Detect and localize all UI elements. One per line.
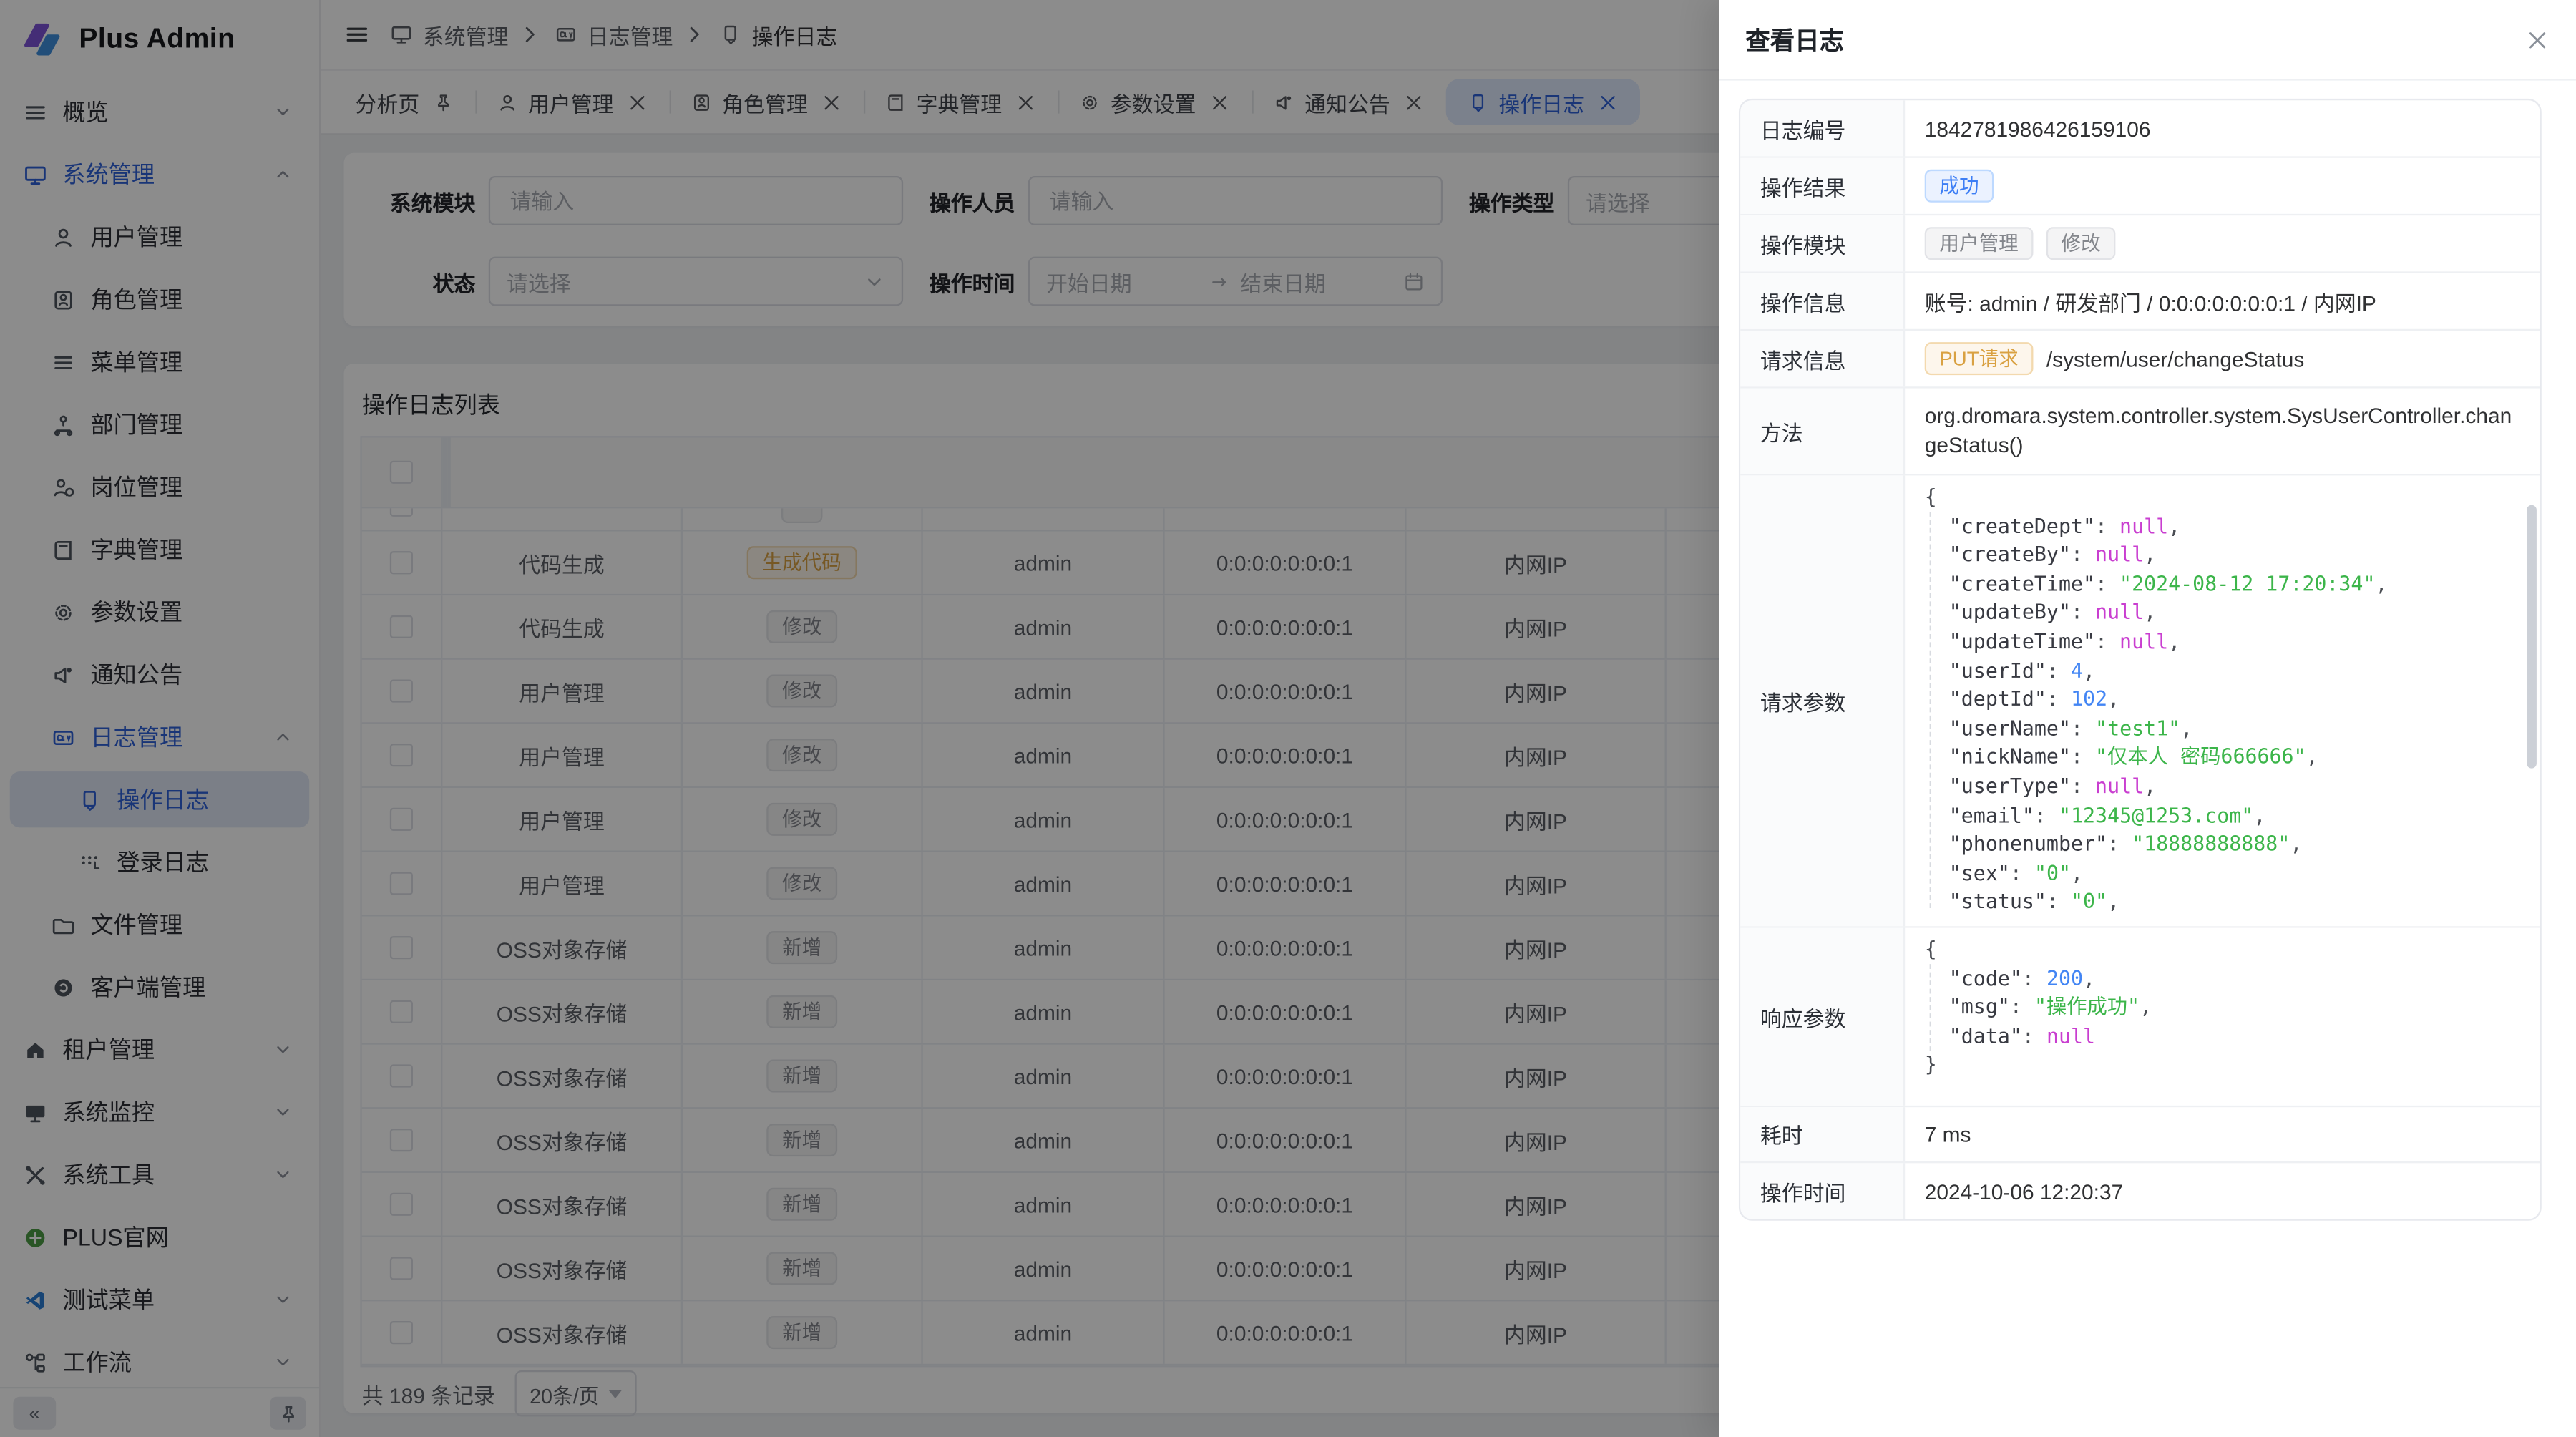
- module-tag: 修改: [2046, 227, 2116, 260]
- http-method-tag: PUT请求: [1925, 342, 2034, 375]
- close-icon[interactable]: [2525, 27, 2550, 52]
- detail-value: 1842781986426159106: [1905, 100, 2540, 156]
- detail-row-op-time: 操作时间 2024-10-06 12:20:37: [1740, 1163, 2540, 1219]
- detail-value: 用户管理修改: [1905, 215, 2540, 271]
- detail-value: { "code": 200, "msg": "操作成功", "data": nu…: [1905, 928, 2540, 1106]
- module-tag: 用户管理: [1925, 227, 2034, 260]
- indent-guide: [1930, 964, 1931, 1051]
- result-tag: 成功: [1925, 170, 1994, 203]
- detail-row-response-params: 响应参数 { "code": 200, "msg": "操作成功", "data…: [1740, 928, 2540, 1108]
- detail-row-module: 操作模块 用户管理修改: [1740, 215, 2540, 273]
- log-detail-table: 日志编号 1842781986426159106 操作结果 成功 操作模块 用户…: [1739, 99, 2542, 1221]
- detail-label: 操作信息: [1740, 273, 1905, 329]
- detail-value: { "createDept": null, "createBy": null, …: [1905, 475, 2540, 926]
- detail-value: 2024-10-06 12:20:37: [1905, 1163, 2540, 1219]
- log-detail-drawer: 查看日志 日志编号 1842781986426159106 操作结果 成功 操作…: [1719, 0, 2576, 1437]
- detail-row-request: 请求信息 PUT请求 /system/user/changeStatus: [1740, 331, 2540, 388]
- detail-label: 操作模块: [1740, 215, 1905, 271]
- detail-value: PUT请求 /system/user/changeStatus: [1905, 331, 2540, 386]
- detail-label: 响应参数: [1740, 928, 1905, 1106]
- app-window: Plus Admin 概览 系统管理 用户管理 角色管理: [0, 0, 2576, 1437]
- detail-row-duration: 耗时 7 ms: [1740, 1107, 2540, 1163]
- detail-label: 操作时间: [1740, 1163, 1905, 1219]
- detail-label: 方法: [1740, 389, 1905, 474]
- code-scrollbar[interactable]: [2527, 505, 2537, 769]
- detail-label: 请求参数: [1740, 475, 1905, 926]
- detail-label: 操作结果: [1740, 158, 1905, 214]
- response-params-code: { "code": 200, "msg": "操作成功", "data": nu…: [1925, 936, 2520, 1081]
- screen: Plus Admin 概览 系统管理 用户管理 角色管理: [0, 0, 2576, 1437]
- detail-row-method: 方法 org.dromara.system.controller.system.…: [1740, 389, 2540, 476]
- drawer-header: 查看日志: [1719, 0, 2576, 81]
- request-params-code: { "createDept": null, "createBy": null, …: [1925, 484, 2520, 918]
- detail-label: 耗时: [1740, 1107, 1905, 1161]
- drawer-title: 查看日志: [1745, 22, 1844, 57]
- request-url: /system/user/changeStatus: [2046, 346, 2304, 371]
- detail-row-log-id: 日志编号 1842781986426159106: [1740, 100, 2540, 157]
- detail-row-op-info: 操作信息 账号: admin / 研发部门 / 0:0:0:0:0:0:0:1 …: [1740, 273, 2540, 331]
- detail-value: org.dromara.system.controller.system.Sys…: [1905, 389, 2540, 474]
- detail-row-result: 操作结果 成功: [1740, 158, 2540, 215]
- detail-value: 7 ms: [1905, 1107, 2540, 1161]
- indent-guide: [1930, 512, 1931, 908]
- detail-value: 账号: admin / 研发部门 / 0:0:0:0:0:0:0:1 / 内网I…: [1905, 273, 2540, 329]
- detail-value: 成功: [1905, 158, 2540, 214]
- detail-label: 日志编号: [1740, 100, 1905, 156]
- detail-row-request-params: 请求参数 { "createDept": null, "createBy": n…: [1740, 475, 2540, 927]
- detail-label: 请求信息: [1740, 331, 1905, 386]
